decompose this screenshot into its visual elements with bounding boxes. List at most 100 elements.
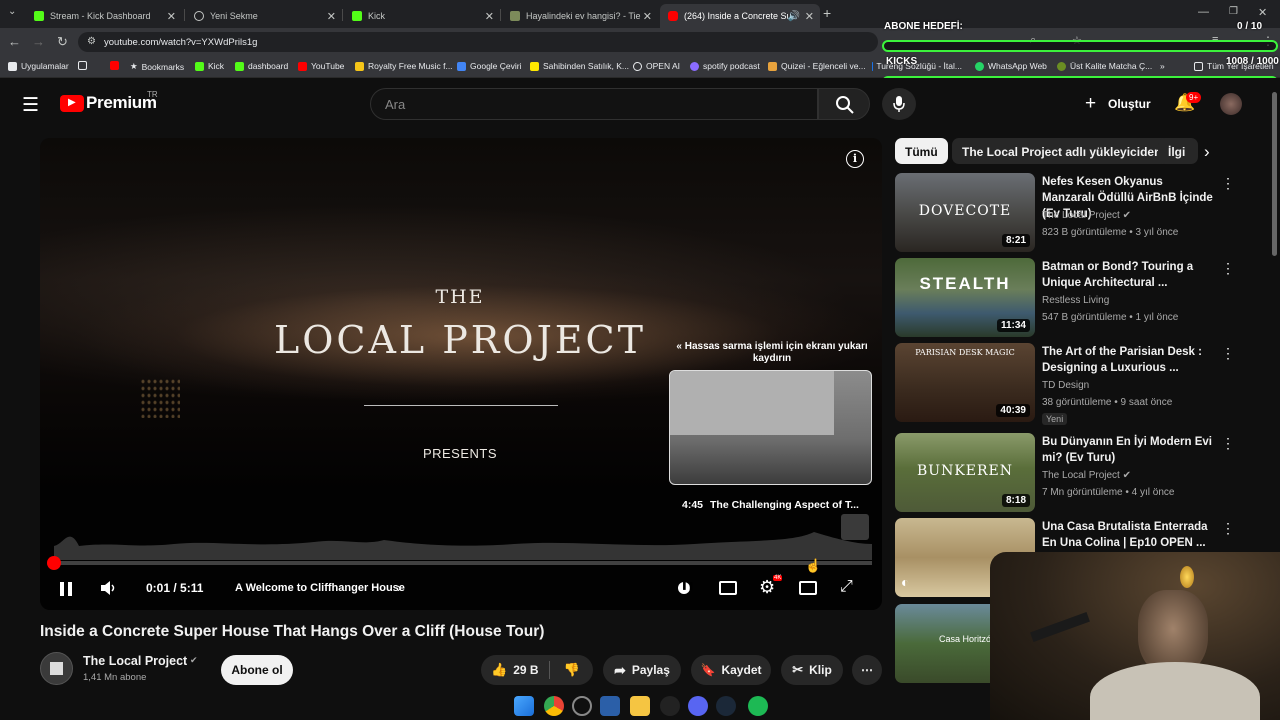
discord-icon[interactable] xyxy=(688,696,708,716)
close-icon[interactable]: ✕ xyxy=(167,10,176,23)
video-thumbnail[interactable]: DOVECOTE 8:21 xyxy=(895,173,1035,252)
tab-kick[interactable]: Kick ✕ xyxy=(344,4,500,28)
store-icon[interactable] xyxy=(600,696,620,716)
obs-icon[interactable] xyxy=(572,696,592,716)
create-button[interactable]: Oluştur xyxy=(1108,97,1151,111)
audio-icon[interactable]: 🔊 xyxy=(788,11,800,22)
window-close-icon[interactable]: ✕ xyxy=(1258,6,1267,19)
scrubber-handle[interactable] xyxy=(47,556,61,570)
youtube-logo-icon[interactable]: ▶ xyxy=(60,95,84,112)
bookmarks-overflow-icon[interactable]: » xyxy=(1160,61,1165,71)
bookmark-item[interactable]: Uygulamalar xyxy=(8,61,69,71)
chip-from-uploader[interactable]: The Local Project adlı yükleyiciden xyxy=(952,138,1172,164)
bookmark-item[interactable]: ★ Bookmarks xyxy=(130,61,184,72)
more-vertical-icon[interactable]: ⋮ xyxy=(1221,260,1235,277)
video-thumbnail[interactable]: PARISIAN DESK MAGIC 40:39 xyxy=(895,343,1035,422)
minimize-icon[interactable]: — xyxy=(1198,6,1209,18)
pause-icon[interactable] xyxy=(59,581,73,597)
video-thumbnail[interactable]: STEALTH 11:34 xyxy=(895,258,1035,337)
recommendation-channel[interactable]: Restless Living xyxy=(1042,295,1109,306)
bookmark-item[interactable]: spotify podcast xyxy=(690,61,760,71)
steam-icon[interactable] xyxy=(716,696,736,716)
dislike-icon[interactable]: 👎 xyxy=(564,662,580,678)
autoplay-toggle[interactable]: ❚❚ xyxy=(678,581,694,594)
close-icon[interactable]: ✕ xyxy=(485,10,494,23)
bookmark-item[interactable]: Üst Kalite Matcha Ç... xyxy=(1057,61,1152,71)
like-icon[interactable]: 👍 xyxy=(491,662,507,678)
tab-kick-dashboard[interactable]: Stream - Kick Dashboard ✕ xyxy=(26,4,182,28)
search-input[interactable]: Ara xyxy=(370,88,818,120)
recommendation-title[interactable]: Una Casa Brutalista Enterrada En Una Col… xyxy=(1042,519,1217,551)
save-button[interactable]: 🔖 Kaydet xyxy=(691,655,771,685)
bookmark-item[interactable]: Sahibinden Satılık, K... xyxy=(530,61,629,71)
recommendation-item[interactable]: PARISIAN DESK MAGIC 40:39 The Art of the… xyxy=(895,343,1255,425)
bookmark-item[interactable]: Kick xyxy=(195,61,224,71)
recommendation-channel[interactable]: TD Design xyxy=(1042,380,1089,391)
bookmark-item[interactable]: Google Çeviri xyxy=(457,61,522,71)
info-icon[interactable]: i xyxy=(846,150,864,168)
voice-search-button[interactable] xyxy=(882,88,916,120)
more-vertical-icon[interactable]: ⋮ xyxy=(1221,520,1235,537)
bookmark-item[interactable]: Royalty Free Music f... xyxy=(355,61,453,71)
recommendation-channel[interactable]: The Local Project ✔ xyxy=(1042,210,1131,221)
windows-start-icon[interactable] xyxy=(514,696,534,716)
avatar[interactable] xyxy=(1220,93,1242,115)
close-icon[interactable]: ✕ xyxy=(327,10,336,23)
bookmark-item[interactable] xyxy=(110,61,123,70)
chip-related[interactable]: İlgi xyxy=(1158,138,1198,164)
bookmark-item[interactable]: Quizei - Eğlenceli ve... xyxy=(768,61,866,71)
recommendation-title[interactable]: The Art of the Parisian Desk : Designing… xyxy=(1042,344,1217,376)
channel-avatar[interactable] xyxy=(40,652,73,685)
close-icon[interactable]: ✕ xyxy=(805,10,814,23)
bookmark-item[interactable]: WhatsApp Web xyxy=(975,61,1047,71)
fullscreen-icon[interactable]: ⤢ xyxy=(840,578,853,596)
bookmark-item[interactable]: YouTube xyxy=(298,61,344,71)
hamburger-menu-icon[interactable]: ☰ xyxy=(22,94,39,117)
restore-icon[interactable]: ❐ xyxy=(1229,6,1238,17)
recommendation-title[interactable]: Bu Dünyanın En İyi Modern Evi mi? (Ev Tu… xyxy=(1042,434,1217,466)
tab-new-tab[interactable]: Yeni Sekme ✕ xyxy=(186,4,342,28)
tab-youtube-active[interactable]: (264) Inside a Concrete Sup 🔊 ✕ xyxy=(660,4,820,28)
recommendation-title[interactable]: Batman or Bond? Touring a Unique Archite… xyxy=(1042,259,1217,291)
close-icon[interactable]: ✕ xyxy=(640,9,652,23)
more-vertical-icon[interactable]: ⋮ xyxy=(1221,435,1235,452)
more-actions-button[interactable]: ⋯ xyxy=(852,655,882,685)
recommendation-item[interactable]: STEALTH 11:34 Batman or Bond? Touring a … xyxy=(895,258,1255,338)
address-bar[interactable]: ⚙ youtube.com/watch?v=YXWdPrils1g xyxy=(78,32,878,52)
subtitles-icon[interactable] xyxy=(719,581,737,595)
reload-icon[interactable]: ↻ xyxy=(57,34,68,50)
create-plus-icon[interactable]: + xyxy=(1085,93,1096,115)
like-count[interactable]: 29 B xyxy=(513,663,538,677)
share-button[interactable]: ➦ Paylaş xyxy=(603,655,681,685)
more-vertical-icon[interactable]: ⋮ xyxy=(1221,345,1235,362)
bookmark-item[interactable] xyxy=(78,61,91,70)
subscribe-button[interactable]: Abone ol xyxy=(221,655,293,685)
chips-next-icon[interactable]: › xyxy=(1204,142,1210,162)
progress-bar-track[interactable] xyxy=(54,561,872,565)
channel-name[interactable]: The Local Project xyxy=(83,654,187,668)
site-info-icon[interactable]: ⚙ xyxy=(87,36,96,47)
more-vertical-icon[interactable]: ⋮ xyxy=(1221,175,1235,192)
app-icon[interactable] xyxy=(660,696,680,716)
sidebar-scrollbar[interactable] xyxy=(1272,92,1277,256)
file-explorer-icon[interactable] xyxy=(630,696,650,716)
chapter-title[interactable]: A Welcome to Cliffhanger House xyxy=(235,582,405,594)
clip-button[interactable]: ✂ Klip xyxy=(781,655,843,685)
back-icon[interactable]: ← xyxy=(8,34,21,49)
volume-icon[interactable] xyxy=(99,579,117,597)
tab-tier-list[interactable]: Hayalindeki ev hangisi? - Tier L ✕ xyxy=(502,4,658,28)
forward-icon[interactable]: → xyxy=(32,34,45,49)
video-player[interactable]: i THE LOCAL PROJECT PRESENTS « Hassas sa… xyxy=(40,138,882,610)
tab-search-icon[interactable]: ⌄ xyxy=(8,6,16,17)
bookmark-item[interactable]: OPEN AI xyxy=(633,61,680,71)
spotify-icon[interactable] xyxy=(748,696,768,716)
recommendation-item[interactable]: DOVECOTE 8:21 Nefes Kesen Okyanus Manzar… xyxy=(895,173,1255,253)
chrome-icon[interactable] xyxy=(544,696,564,716)
chip-all[interactable]: Tümü xyxy=(895,138,948,164)
video-thumbnail[interactable]: BUNKEREN 8:18 xyxy=(895,433,1035,512)
theater-mode-icon[interactable] xyxy=(799,581,817,595)
search-button[interactable] xyxy=(818,88,870,120)
new-tab-icon[interactable]: + xyxy=(823,5,831,21)
recommendation-item[interactable]: BUNKEREN 8:18 Bu Dünyanın En İyi Modern … xyxy=(895,433,1255,513)
chevron-right-icon[interactable]: › xyxy=(397,580,401,595)
